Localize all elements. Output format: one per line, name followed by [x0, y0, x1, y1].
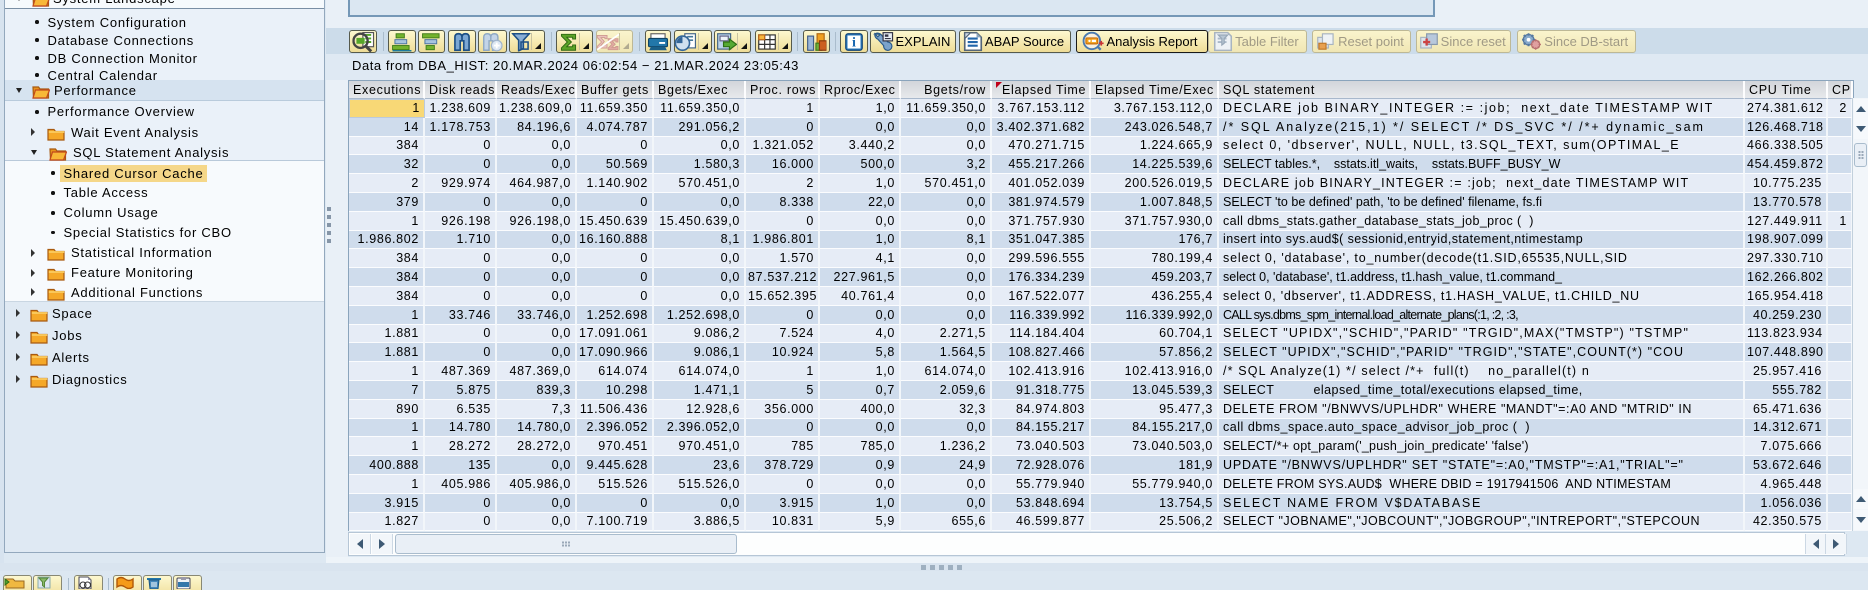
svg-text:i: i — [852, 34, 856, 50]
